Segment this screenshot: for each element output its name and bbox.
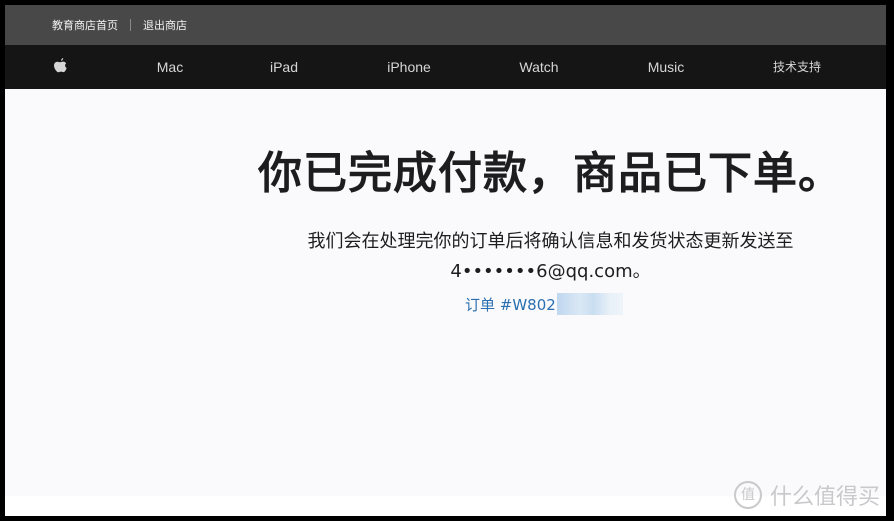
nav-item-music[interactable]: Music [648,45,685,89]
confirmation-message: 我们会在处理完你的订单后将确认信息和发货状态更新发送至 4•••••••6@qq… [5,227,886,287]
education-store-bar: 教育商店首页 退出商店 [5,5,886,45]
global-nav: Mac iPad iPhone Watch Music 技术支持 [5,45,886,89]
redacted-order-digits [556,293,623,315]
watermark: 值 什么值得买 [733,479,880,511]
nav-item-support[interactable]: 技术支持 [773,45,821,89]
browser-viewport: 教育商店首页 退出商店 Mac iPad iPhone Watch Music … [5,5,886,516]
education-store-home-link[interactable]: 教育商店首页 [52,17,118,33]
nav-item-mac[interactable]: Mac [157,45,183,89]
nav-item-ipad[interactable]: iPad [270,45,298,89]
order-number-label[interactable]: 订单 #W802 [465,294,556,315]
email-address: 4•••••••6@qq.com。 [450,261,651,282]
apple-logo-icon[interactable] [52,57,68,77]
nav-item-watch[interactable]: Watch [519,45,558,89]
divider [130,19,131,31]
watermark-text: 什么值得买 [769,485,880,510]
exit-store-link[interactable]: 退出商店 [143,17,187,33]
nav-item-iphone[interactable]: iPhone [387,45,431,89]
order-number-link[interactable]: 订单 #W802 [465,293,623,315]
watermark-badge-icon: 值 [733,481,762,509]
message-line: 我们会在处理完你的订单后将确认信息和发货状态更新发送至 [307,231,794,252]
page-title: 你已完成付款，商品已下单。 [258,148,843,199]
